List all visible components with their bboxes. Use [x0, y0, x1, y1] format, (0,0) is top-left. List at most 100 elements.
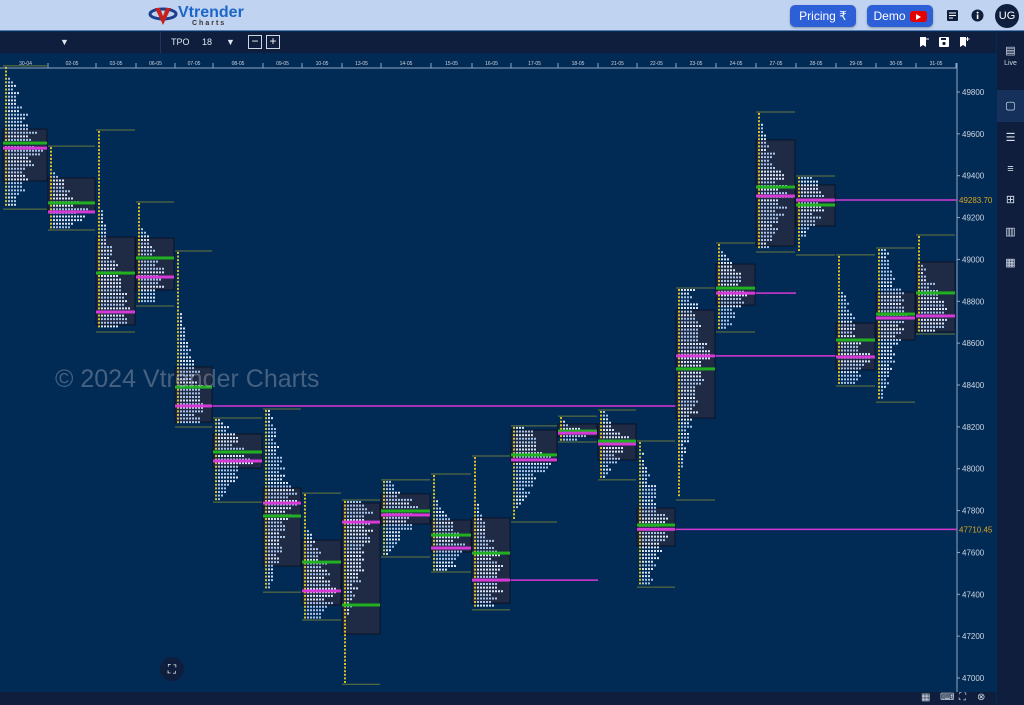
- toolbar-divider: [160, 32, 161, 53]
- tpo-profile-17-05: [510, 425, 558, 523]
- zoom-out-button[interactable]: −: [248, 35, 262, 49]
- tpo-profile-09-05: [262, 408, 302, 593]
- vwap-line: [263, 514, 301, 518]
- poc-line: [302, 589, 341, 593]
- price-tick-label: 47400: [962, 590, 985, 599]
- keyboard-icon[interactable]: ⌨: [940, 692, 954, 703]
- watermark: © 2024 Vtrender Charts: [55, 365, 320, 393]
- price-tick-label: 47800: [962, 507, 985, 516]
- tpo-profile-06-05: [135, 201, 175, 307]
- top-header: Vtrender Charts Pricing ₹ Demo UG: [0, 0, 1024, 31]
- date-label: 13-05: [355, 61, 368, 67]
- chart-toolbar: ▼ TPO 18 ▼ − +: [0, 32, 996, 53]
- tpo-profile-13-05: [341, 499, 381, 685]
- rows-layout-icon[interactable]: ≡: [997, 158, 1024, 180]
- tpo-profile-02-05: [47, 145, 96, 231]
- tpo-profile-30-04: [2, 65, 48, 210]
- date-label: 27-05: [770, 61, 783, 67]
- date-label: 14-05: [400, 61, 413, 67]
- tpo-profile-21-05: [597, 409, 637, 481]
- youtube-icon: [909, 10, 927, 22]
- info-icon[interactable]: [971, 9, 984, 22]
- poc-line: [263, 501, 301, 505]
- price-highlight-label: 49283.70: [959, 196, 993, 205]
- tpo-profile-28-05: [795, 175, 836, 256]
- bookmark-add-icon[interactable]: [958, 36, 970, 48]
- poc-line: [3, 146, 47, 150]
- tpo-profile-24-05: [715, 242, 756, 333]
- split-layout-icon[interactable]: ☰: [997, 127, 1024, 149]
- vwap-line: [381, 509, 430, 513]
- focus-icon[interactable]: ⛶: [959, 692, 966, 703]
- value-area-box: [47, 177, 96, 213]
- chart-type-label: TPO: [171, 37, 190, 47]
- vwap-line: [916, 291, 955, 295]
- bookmark-remove-icon[interactable]: [918, 36, 930, 48]
- date-label: 10-05: [316, 61, 329, 67]
- price-tick-label: 48000: [962, 465, 985, 474]
- value-area-box: [380, 493, 431, 525]
- vwap-line: [136, 256, 174, 260]
- date-label: 06-05: [149, 61, 162, 67]
- vwap-line: [598, 439, 636, 443]
- demo-button[interactable]: Demo: [867, 5, 933, 27]
- save-icon[interactable]: [938, 36, 950, 48]
- tpo-profile-10-05: [301, 492, 342, 621]
- date-label: 16-05: [485, 61, 498, 67]
- fullscreen-button[interactable]: ⛶: [160, 657, 184, 681]
- date-label: 29-05: [850, 61, 863, 67]
- tpo-profile-31-05: [915, 234, 956, 335]
- price-tick-label: 49000: [962, 255, 985, 264]
- vwap-line: [3, 141, 47, 145]
- grid6-layout-icon[interactable]: ▦: [997, 252, 1024, 274]
- single-layout-icon[interactable]: ▢: [997, 90, 1024, 122]
- date-label: 08-05: [232, 61, 245, 67]
- tpo-size-value[interactable]: 18: [202, 35, 212, 49]
- poc-line: [637, 527, 675, 531]
- pricing-button[interactable]: Pricing ₹: [790, 5, 856, 27]
- bottom-bar: ▦ ⌨ ⛶ ⊗: [0, 692, 996, 705]
- vwap-line: [342, 603, 380, 607]
- vwap-line: [796, 203, 835, 207]
- vwap-line: [756, 185, 795, 189]
- price-tick-label: 48400: [962, 381, 985, 390]
- tpo-size-chevron-icon[interactable]: ▼: [226, 35, 235, 49]
- tpo-profile-30-05: [875, 247, 916, 403]
- date-label: 21-05: [611, 61, 624, 67]
- vwap-line: [431, 533, 471, 537]
- vwap-line: [876, 312, 915, 316]
- date-label: 31-05: [930, 61, 943, 67]
- poc-line: [136, 275, 174, 279]
- live-notes-icon[interactable]: ▤: [997, 40, 1024, 62]
- poc-line: [756, 194, 795, 198]
- poc-line: [558, 431, 597, 435]
- vwap-line: [302, 560, 341, 564]
- poc-line: [431, 546, 471, 550]
- price-tick-label: 49600: [962, 130, 985, 139]
- date-label: 07-05: [188, 61, 201, 67]
- table-icon[interactable]: ▦: [921, 692, 930, 703]
- demo-label: Demo: [873, 9, 906, 23]
- columns-layout-icon[interactable]: ▥: [997, 221, 1024, 243]
- price-tick-label: 48600: [962, 339, 985, 348]
- avatar[interactable]: UG: [995, 4, 1019, 28]
- date-label: 23-05: [690, 61, 703, 67]
- logo-mark-icon: [148, 7, 178, 25]
- live-label: Live: [1004, 60, 1017, 67]
- poc-line: [916, 314, 955, 318]
- close-icon[interactable]: ⊗: [977, 692, 985, 703]
- zoom-in-button[interactable]: +: [266, 35, 280, 49]
- vwap-line: [716, 286, 755, 290]
- vwap-line: [637, 523, 675, 527]
- poc-line: [836, 355, 875, 359]
- price-tick-label: 47600: [962, 548, 985, 557]
- vtrender-logo[interactable]: Vtrender Charts: [148, 4, 244, 28]
- price-tick-label: 47000: [962, 674, 985, 683]
- grid-layout-icon[interactable]: ⊞: [997, 189, 1024, 211]
- poc-line: [342, 520, 380, 524]
- symbol-dropdown-chevron-icon[interactable]: ▼: [60, 35, 69, 49]
- tpo-profile-08-05: [212, 417, 263, 503]
- poc-line: [472, 578, 510, 582]
- price-tick-label: 49200: [962, 214, 985, 223]
- notes-icon[interactable]: [946, 9, 959, 22]
